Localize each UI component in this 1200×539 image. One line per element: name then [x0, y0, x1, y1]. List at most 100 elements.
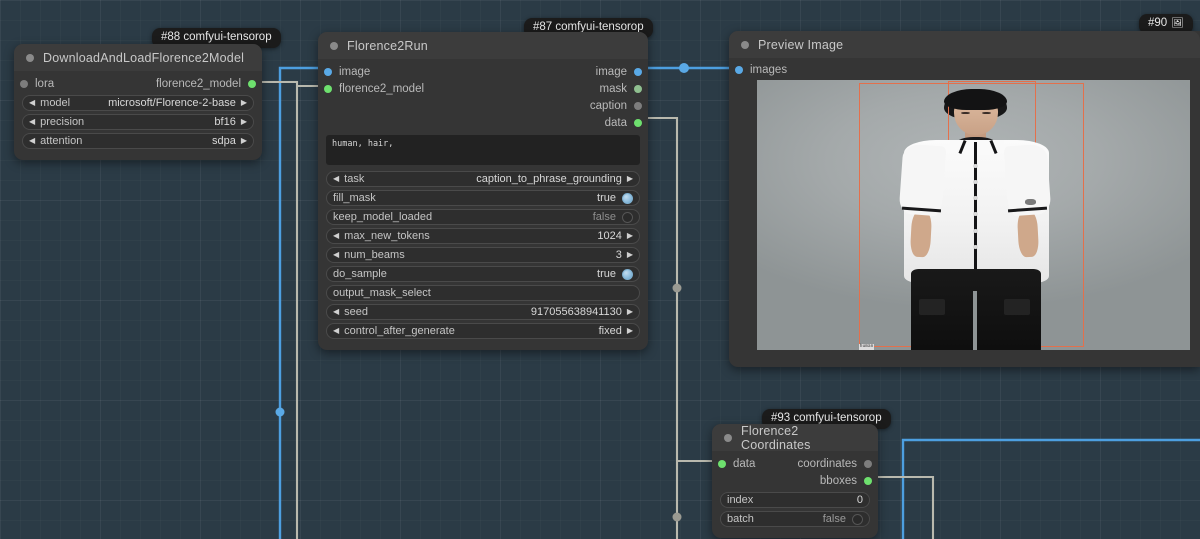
input-slot-image-label: image — [339, 65, 371, 78]
widget-precision[interactable]: ◀ precision bf16 ▶ — [22, 114, 254, 130]
image-emoji-icon: 🖼 — [1171, 17, 1184, 29]
widget-index-name: index — [727, 494, 754, 506]
node-87-title: Florence2Run — [347, 38, 428, 53]
toggle-knob-icon[interactable] — [852, 513, 863, 525]
widget-model[interactable]: ◀ model microsoft/Florence-2-base ▶ — [22, 95, 254, 111]
input-dot-icon[interactable] — [324, 67, 332, 76]
output-dot-icon[interactable] — [634, 101, 642, 110]
node-88-body: lora florence2_model ◀ model microsoft/F… — [14, 71, 262, 160]
input-slot-lora[interactable]: lora — [20, 78, 54, 90]
node-badge-90-text: #90 — [1148, 17, 1168, 29]
chevron-right-icon[interactable]: ▶ — [627, 251, 633, 259]
widget-do-sample-value: true — [597, 268, 616, 280]
toggle-knob-icon[interactable] — [622, 192, 633, 204]
input-slot-data[interactable]: data — [718, 458, 755, 470]
output-slot-coordinates[interactable]: coordinates — [798, 458, 872, 470]
chevron-left-icon[interactable]: ◀ — [333, 232, 339, 240]
node-93-title-bar[interactable]: Florence2 Coordinates — [712, 424, 878, 452]
output-slot-caption[interactable]: caption — [589, 99, 642, 112]
widget-max-new-tokens[interactable]: ◀ max_new_tokens 1024 ▶ — [326, 228, 640, 244]
input-slot-florence2-model[interactable]: florence2_model — [324, 83, 424, 95]
widget-seed-value: 917055638941130 — [530, 306, 622, 318]
chevron-left-icon[interactable]: ◀ — [29, 118, 35, 126]
chevron-left-icon[interactable]: ◀ — [333, 175, 339, 183]
output-dot-icon[interactable] — [634, 67, 642, 76]
node-download-and-load-florence2-model[interactable]: DownloadAndLoadFlorence2Model lora flore… — [14, 44, 262, 160]
collapse-dot-icon[interactable] — [724, 433, 732, 442]
shorts-center-gap — [972, 290, 977, 350]
node-florence2-coordinates[interactable]: Florence2 Coordinates data coordinates b… — [712, 424, 878, 538]
output-dot-icon[interactable] — [864, 459, 872, 468]
output-slot-data[interactable]: data — [604, 116, 642, 129]
widget-output-mask-select[interactable]: output_mask_select — [326, 285, 640, 301]
toggle-knob-icon[interactable] — [622, 268, 633, 280]
bbox-human-label: human — [858, 344, 875, 350]
output-slot-florence2-model[interactable]: florence2_model — [156, 78, 256, 90]
widget-do-sample[interactable]: do_sample true — [326, 266, 640, 282]
output-slot-caption-label: caption — [589, 99, 627, 112]
chevron-right-icon[interactable]: ▶ — [241, 118, 247, 126]
node-87-slot-row-4: data — [318, 114, 648, 131]
widget-num-beams-name: num_beams — [344, 249, 405, 261]
output-slot-data-label: data — [604, 116, 627, 129]
input-dot-icon[interactable] — [718, 459, 726, 468]
input-dot-icon[interactable] — [735, 65, 743, 74]
widget-index-value: 0 — [856, 494, 863, 506]
node-87-slot-row-1: image image — [318, 63, 648, 80]
widget-task-value: caption_to_phrase_grounding — [476, 173, 622, 185]
widget-num-beams[interactable]: ◀ num_beams 3 ▶ — [326, 247, 640, 263]
jersey-button — [972, 179, 979, 184]
output-slot-image[interactable]: image — [596, 66, 642, 78]
widget-batch[interactable]: batch false — [720, 511, 870, 527]
input-slot-images[interactable]: images — [735, 64, 787, 76]
collapse-dot-icon[interactable] — [26, 53, 34, 62]
widget-task[interactable]: ◀ task caption_to_phrase_grounding ▶ — [326, 171, 640, 187]
person-hair-front — [944, 89, 1008, 110]
chevron-right-icon[interactable]: ▶ — [241, 99, 247, 107]
output-dot-icon[interactable] — [864, 476, 872, 485]
widget-precision-value: bf16 — [214, 116, 236, 128]
widget-control-after-generate[interactable]: ◀ control_after_generate fixed ▶ — [326, 323, 640, 339]
widget-seed[interactable]: ◀ seed 917055638941130 ▶ — [326, 304, 640, 320]
chevron-left-icon[interactable]: ◀ — [333, 308, 339, 316]
widget-attention[interactable]: ◀ attention sdpa ▶ — [22, 133, 254, 149]
node-90-title-bar[interactable]: Preview Image — [729, 31, 1200, 58]
toggle-knob-icon[interactable] — [622, 211, 633, 223]
output-dot-icon[interactable] — [634, 118, 642, 127]
collapse-dot-icon[interactable] — [330, 41, 338, 50]
chevron-right-icon[interactable]: ▶ — [627, 308, 633, 316]
chevron-left-icon[interactable]: ◀ — [333, 327, 339, 335]
widget-num-beams-value: 3 — [615, 249, 622, 261]
output-slot-mask[interactable]: mask — [600, 83, 642, 95]
input-dot-icon[interactable] — [20, 79, 28, 88]
node-preview-image[interactable]: Preview Image images human — [729, 31, 1200, 367]
node-87-title-bar[interactable]: Florence2Run — [318, 32, 648, 59]
jersey-button — [972, 228, 979, 233]
output-slot-bboxes[interactable]: bboxes — [820, 475, 872, 487]
chevron-right-icon[interactable]: ▶ — [627, 175, 633, 183]
chevron-right-icon[interactable]: ▶ — [241, 137, 247, 145]
node-florence2run[interactable]: Florence2Run image image florence2_model… — [318, 32, 648, 350]
prompt-textarea[interactable]: human, hair, — [326, 135, 640, 165]
chevron-right-icon[interactable]: ▶ — [627, 232, 633, 240]
collapse-dot-icon[interactable] — [741, 40, 749, 49]
output-dot-icon[interactable] — [248, 79, 256, 88]
chevron-right-icon[interactable]: ▶ — [627, 327, 633, 335]
widget-keep-model-loaded[interactable]: keep_model_loaded false — [326, 209, 640, 225]
widget-output-mask-select-name: output_mask_select — [333, 287, 431, 299]
widget-attention-name: attention — [40, 135, 83, 147]
node-badge-88-text: #88 comfyui-tensorop — [161, 31, 272, 43]
chevron-left-icon[interactable]: ◀ — [29, 99, 35, 107]
chevron-left-icon[interactable]: ◀ — [29, 137, 35, 145]
chevron-left-icon[interactable]: ◀ — [333, 251, 339, 259]
node-88-title: DownloadAndLoadFlorence2Model — [43, 50, 245, 65]
preview-image-area[interactable]: hair human — [757, 80, 1190, 350]
widget-fill-mask[interactable]: fill_mask true — [326, 190, 640, 206]
input-dot-icon[interactable] — [324, 84, 332, 93]
node-88-title-bar[interactable]: DownloadAndLoadFlorence2Model — [14, 44, 262, 71]
node-90-title: Preview Image — [758, 37, 844, 52]
widget-index[interactable]: index 0 — [720, 492, 870, 508]
input-slot-image[interactable]: image — [324, 65, 371, 78]
output-dot-icon[interactable] — [634, 84, 642, 93]
person-sleeve-left — [898, 143, 947, 217]
